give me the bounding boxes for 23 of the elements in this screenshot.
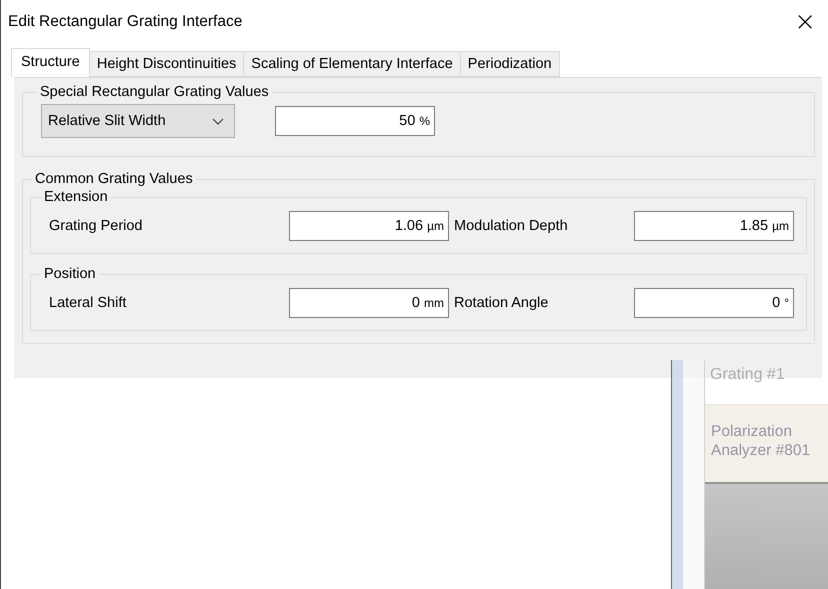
close-button[interactable]: ×: [790, 9, 820, 35]
chevron-icon: [212, 118, 224, 124]
tab[interactable]: Height Discontinuities: [88, 51, 244, 77]
node-label: Polarization Analyzer #801: [711, 423, 810, 459]
value-field[interactable]: 0 mm: [289, 288, 449, 318]
group-title: Position: [43, 266, 97, 282]
value-field[interactable]: 1.06 µm: [289, 211, 449, 241]
tab[interactable]: Scaling of Elementary Interface: [243, 51, 461, 77]
window-title: Edit Rectangular Grating Interface: [8, 13, 242, 31]
group-title: Special Rectangular Grating Values: [39, 84, 270, 100]
value-field[interactable]: 1.85 µm: [634, 211, 794, 241]
group-title: Common Grating Values: [34, 171, 194, 187]
value-field[interactable]: 0 °: [634, 288, 794, 318]
node-label: Grating #1: [709, 365, 786, 385]
value-field[interactable]: 50 %: [275, 106, 435, 136]
tab[interactable]: Periodization: [460, 51, 560, 77]
field-label: Lateral Shift: [49, 295, 128, 311]
field-label: Modulation Depth: [454, 218, 569, 234]
field-label: Grating Period: [49, 218, 144, 234]
group-title: Extension: [43, 189, 109, 205]
dropdown[interactable]: Relative Slit Width: [41, 104, 235, 138]
tab[interactable]: Structure: [11, 48, 90, 77]
field-label: Rotation Angle: [454, 295, 550, 311]
